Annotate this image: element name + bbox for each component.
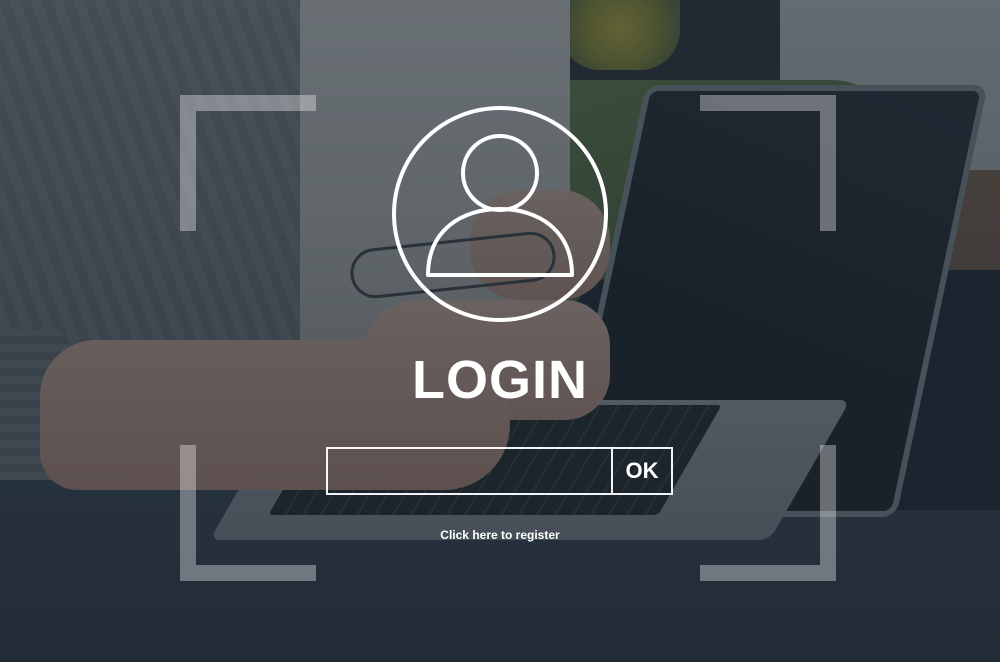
frame-corner-top-right (700, 95, 836, 231)
frame-corner-top-left (180, 95, 316, 231)
dark-tint-overlay (0, 0, 1000, 662)
login-input[interactable] (328, 449, 611, 493)
frame-corner-bottom-right (700, 445, 836, 581)
ok-button[interactable]: OK (611, 449, 671, 493)
register-link[interactable]: Click here to register (400, 528, 600, 542)
background-photo (0, 0, 1000, 662)
frame-corner-bottom-left (180, 445, 316, 581)
user-icon (392, 106, 608, 322)
login-title: LOGIN (412, 350, 588, 410)
login-form: OK (326, 447, 673, 495)
